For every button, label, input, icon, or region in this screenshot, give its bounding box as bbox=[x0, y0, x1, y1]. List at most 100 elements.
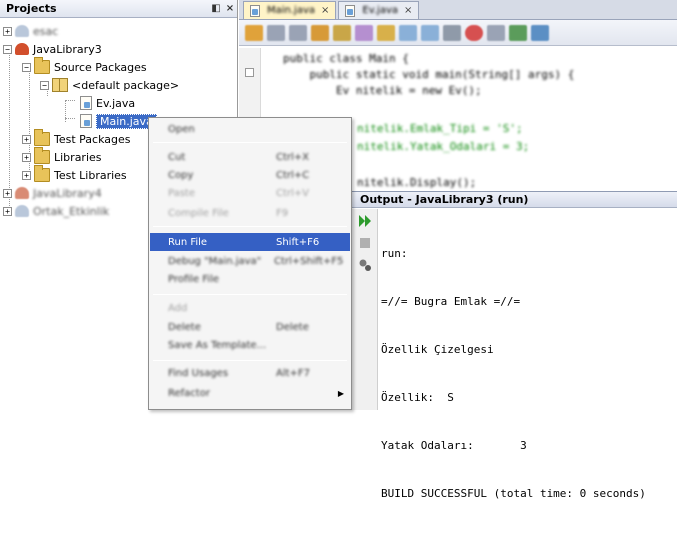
menu-separator bbox=[153, 360, 347, 361]
tree-item-label: Source Packages bbox=[54, 60, 147, 74]
tab-label: Main.java bbox=[267, 5, 316, 16]
tree-item-project-5[interactable]: + Ortak_Etkinlik bbox=[3, 202, 109, 220]
stop-icon[interactable] bbox=[357, 235, 373, 251]
tree-item-default-package[interactable]: − <default package> bbox=[40, 76, 179, 94]
tree-item-ev-java[interactable]: Ev.java bbox=[80, 94, 135, 112]
tree-item-main-java[interactable]: Main.java bbox=[80, 112, 157, 130]
expand-icon[interactable]: + bbox=[3, 26, 12, 36]
tree-item-label: <default package> bbox=[72, 78, 180, 92]
java-file-icon bbox=[250, 4, 260, 17]
output-line: Özellik Çizelgesi bbox=[381, 343, 494, 356]
tree-item-label: Libraries bbox=[54, 150, 102, 164]
java-file-icon bbox=[80, 96, 92, 110]
folder-icon bbox=[34, 147, 50, 164]
output-line: run: bbox=[381, 247, 408, 260]
menu-item-find-usages[interactable]: Find Usages Alt+F7 bbox=[150, 364, 350, 382]
shift-right-icon[interactable] bbox=[421, 24, 439, 41]
tab-main-java[interactable]: Main.java × bbox=[243, 1, 337, 19]
menu-item-copy[interactable]: Copy Ctrl+C bbox=[150, 166, 350, 184]
collapse-icon[interactable]: − bbox=[3, 44, 12, 54]
output-line: Yatak Odaları: 3 bbox=[381, 439, 527, 452]
output-window: Output - JavaLibrary3 (run) run: =//= Bu… bbox=[352, 191, 677, 500]
tree-item-project-1[interactable]: + esac bbox=[3, 22, 58, 40]
code-line: public class Main { bbox=[283, 52, 409, 65]
expand-icon[interactable]: + bbox=[3, 188, 12, 198]
tab-label: Ev.java bbox=[362, 5, 398, 16]
project-icon bbox=[15, 25, 29, 37]
expand-icon[interactable]: + bbox=[22, 152, 31, 162]
shift-left-icon[interactable] bbox=[399, 24, 417, 41]
tree-item-javalibrary3[interactable]: − JavaLibrary3 bbox=[3, 40, 102, 58]
menu-item-compile-file[interactable]: Compile File F9 bbox=[150, 204, 350, 222]
code-line: public static void main(String[] args) { bbox=[283, 68, 575, 81]
menu-item-cut[interactable]: Cut Ctrl+X bbox=[150, 148, 350, 166]
projects-titlebar: Projects ◧ × bbox=[0, 0, 237, 18]
tree-item-test-libraries[interactable]: + Test Libraries bbox=[22, 165, 127, 184]
menu-item-debug[interactable]: Debug "Main.java" Ctrl+Shift+F5 bbox=[150, 252, 350, 270]
project-icon bbox=[15, 43, 29, 55]
menu-item-open[interactable]: Open bbox=[150, 120, 350, 138]
output-sidebar bbox=[352, 209, 378, 410]
settings-icon[interactable] bbox=[357, 257, 373, 273]
code-line: Ev nitelik = new Ev(); bbox=[283, 84, 482, 97]
back-icon[interactable] bbox=[267, 24, 285, 41]
project-icon bbox=[15, 205, 29, 217]
menu-separator bbox=[153, 226, 347, 227]
java-main-file-icon bbox=[80, 114, 92, 128]
diff-icon[interactable] bbox=[531, 24, 549, 41]
tree-item-project-4[interactable]: + JavaLibrary4 bbox=[3, 184, 102, 202]
close-icon[interactable]: × bbox=[321, 5, 329, 16]
menu-item-refactor[interactable]: Refactor ▶ bbox=[150, 384, 350, 402]
tree-item-libraries[interactable]: + Libraries bbox=[22, 147, 102, 166]
comment-icon[interactable] bbox=[443, 24, 461, 41]
output-line: Özellik: S bbox=[381, 391, 454, 404]
java-file-icon bbox=[345, 4, 356, 17]
tab-ev-java[interactable]: Ev.java × bbox=[338, 1, 420, 19]
tree-item-source-packages[interactable]: − Source Packages bbox=[22, 57, 147, 76]
menu-item-run-file[interactable]: Run File Shift+F6 bbox=[150, 233, 350, 251]
close-icon[interactable]: × bbox=[404, 5, 412, 16]
menu-item-profile-file[interactable]: Profile File bbox=[150, 270, 350, 288]
find-icon[interactable] bbox=[311, 24, 329, 41]
project-icon bbox=[15, 187, 29, 199]
output-line: BUILD SUCCESSFUL (total time: 0 seconds) bbox=[381, 487, 646, 500]
tree-item-label: JavaLibrary3 bbox=[33, 42, 102, 56]
rerun-icon[interactable] bbox=[357, 213, 373, 229]
context-menu: Open Cut Ctrl+X Copy Ctrl+C Paste Ctrl+V… bbox=[148, 117, 352, 410]
tree-item-label: JavaLibrary4 bbox=[33, 186, 102, 200]
menu-separator bbox=[153, 142, 347, 143]
macro-record-icon[interactable] bbox=[465, 24, 483, 41]
highlight-icon[interactable] bbox=[355, 24, 373, 41]
collapse-icon[interactable]: − bbox=[40, 80, 49, 90]
run-icon[interactable] bbox=[509, 24, 527, 41]
menu-item-paste[interactable]: Paste Ctrl+V bbox=[150, 184, 350, 202]
bookmark-icon[interactable] bbox=[377, 24, 395, 41]
expand-icon[interactable]: + bbox=[3, 206, 12, 216]
submenu-arrow-icon: ▶ bbox=[337, 388, 344, 398]
expand-icon[interactable]: + bbox=[22, 134, 31, 144]
folder-icon bbox=[34, 129, 50, 146]
folder-icon bbox=[34, 165, 50, 182]
history-icon[interactable] bbox=[245, 24, 263, 41]
menu-item-delete[interactable]: Delete Delete bbox=[150, 318, 350, 336]
code-line: nitelik.Emlak_Tipi = 'S'; bbox=[357, 122, 523, 135]
collapse-icon[interactable]: − bbox=[22, 62, 31, 72]
macro-stop-icon[interactable] bbox=[487, 24, 505, 41]
fold-icon[interactable] bbox=[245, 68, 254, 77]
find-next-icon[interactable] bbox=[333, 24, 351, 41]
projects-title: Projects bbox=[6, 2, 57, 15]
minimize-icon[interactable]: ◧ bbox=[209, 3, 223, 14]
expand-icon[interactable]: + bbox=[22, 170, 31, 180]
close-icon[interactable]: × bbox=[223, 3, 237, 14]
tree-item-test-packages[interactable]: + Test Packages bbox=[22, 129, 131, 148]
tree-item-label: Test Packages bbox=[54, 132, 131, 146]
forward-icon[interactable] bbox=[289, 24, 307, 41]
menu-item-add[interactable]: Add bbox=[150, 299, 350, 317]
menu-item-save-as-template[interactable]: Save As Template... bbox=[150, 336, 350, 354]
code-line: nitelik.Display(); bbox=[357, 176, 477, 189]
tree-item-label: Ev.java bbox=[96, 96, 136, 110]
editor-toolbar bbox=[239, 20, 677, 46]
tree-item-label: Ortak_Etkinlik bbox=[33, 204, 110, 218]
package-icon bbox=[52, 78, 68, 92]
output-text: run: =//= Bugra Emlak =//= Özellik Çizel… bbox=[381, 214, 646, 534]
